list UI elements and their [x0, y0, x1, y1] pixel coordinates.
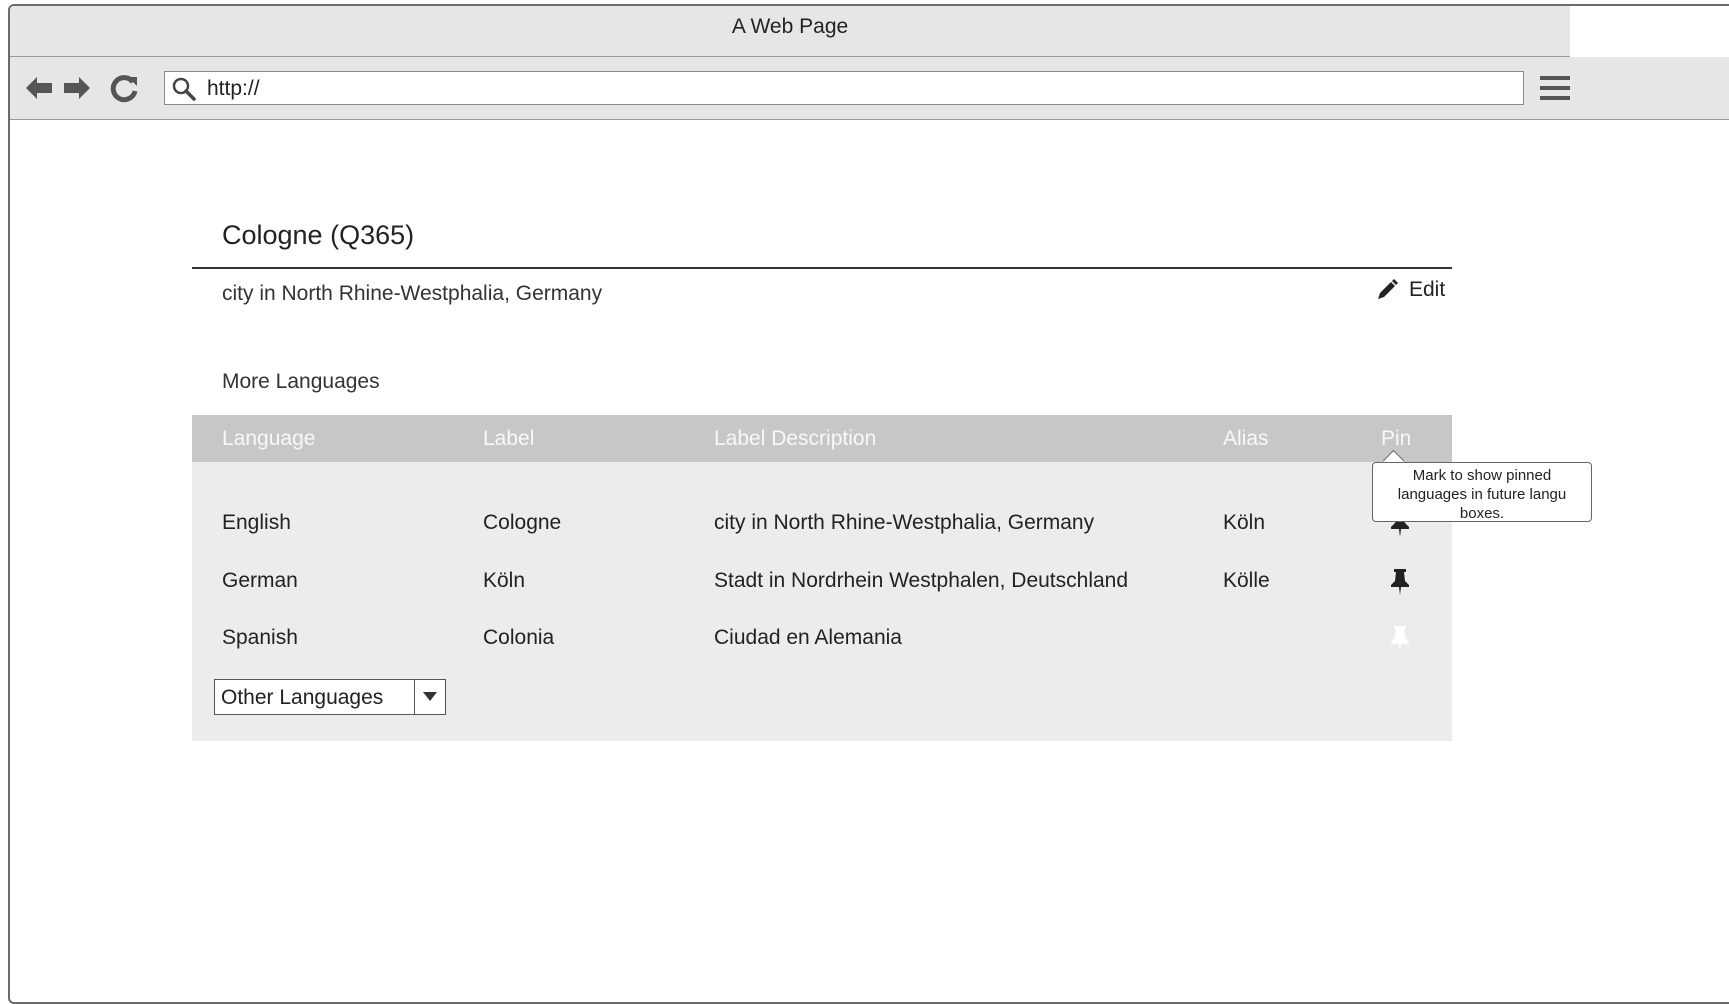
- menu-button[interactable]: [1538, 73, 1572, 103]
- search-icon: [172, 77, 196, 101]
- cell-label: Colonia: [483, 626, 555, 649]
- pin-icon[interactable]: [1388, 624, 1412, 652]
- tooltip-line: Mark to show pinned: [1412, 467, 1552, 484]
- pin-tooltip: Mark to show pinned languages in future …: [1372, 462, 1592, 522]
- pin-icon[interactable]: [1388, 567, 1412, 595]
- cell-alias: Kölle: [1223, 569, 1270, 592]
- forward-arrow-icon: [64, 77, 90, 99]
- header-alias: Alias: [1223, 427, 1269, 450]
- dropdown-arrow[interactable]: [414, 680, 445, 714]
- header-language: Language: [222, 427, 316, 450]
- url-input[interactable]: [205, 76, 1509, 102]
- reload-icon: [110, 75, 138, 103]
- hamburger-menu-icon: [1540, 76, 1570, 100]
- window-title: A Web Page: [10, 6, 1570, 57]
- table-row: English Cologne city in North Rhine-West…: [192, 503, 1452, 543]
- pencil-icon: [1378, 279, 1398, 299]
- item-description: city in North Rhine-Westphalia, Germany: [222, 282, 603, 305]
- cell-alias: Köln: [1223, 511, 1266, 534]
- header-description: Label Description: [714, 427, 877, 450]
- browser-toolbar: [10, 57, 1729, 120]
- edit-label: Edit: [1409, 278, 1446, 301]
- back-arrow-icon: [26, 77, 52, 99]
- browser-window: A Web Page http:// Cologne (Q365) city i…: [8, 4, 1729, 1004]
- forward-button[interactable]: [60, 71, 94, 105]
- reload-button[interactable]: [107, 71, 141, 105]
- languages-table: Language Label Label Description Alias P…: [192, 415, 1452, 741]
- tooltip-line: boxes.: [1459, 505, 1505, 522]
- title-divider: [192, 267, 1452, 269]
- edit-button[interactable]: Edit: [1375, 276, 1445, 304]
- cell-language: Spanish: [222, 626, 298, 649]
- cell-language: English: [222, 511, 291, 534]
- table-row: German Köln Stadt in Nordrhein Westphale…: [192, 561, 1452, 601]
- address-bar[interactable]: [164, 71, 1524, 105]
- table-row: Spanish Colonia Ciudad en Alemania: [192, 618, 1452, 658]
- cell-description: Ciudad en Alemania: [714, 626, 902, 649]
- page-title: Cologne (Q365): [222, 220, 415, 250]
- cell-language: German: [222, 569, 298, 592]
- table-header: Language Label Label Description Alias P…: [192, 415, 1452, 462]
- section-title: More Languages: [222, 370, 380, 393]
- header-label: Label: [483, 427, 535, 450]
- cell-description: Stadt in Nordrhein Westphalen, Deutschla…: [714, 569, 1129, 592]
- back-button[interactable]: [22, 71, 56, 105]
- header-pin: Pin: [1381, 427, 1412, 450]
- cell-description: city in North Rhine-Westphalia, Germany: [714, 511, 1095, 534]
- select-value: Other Languages: [221, 686, 384, 709]
- other-languages-select[interactable]: Other Languages: [214, 679, 446, 715]
- caret-down-icon: [423, 692, 437, 701]
- cell-label: Köln: [483, 569, 526, 592]
- tooltip-line: languages in future langu: [1397, 486, 1567, 503]
- cell-label: Cologne: [483, 511, 562, 534]
